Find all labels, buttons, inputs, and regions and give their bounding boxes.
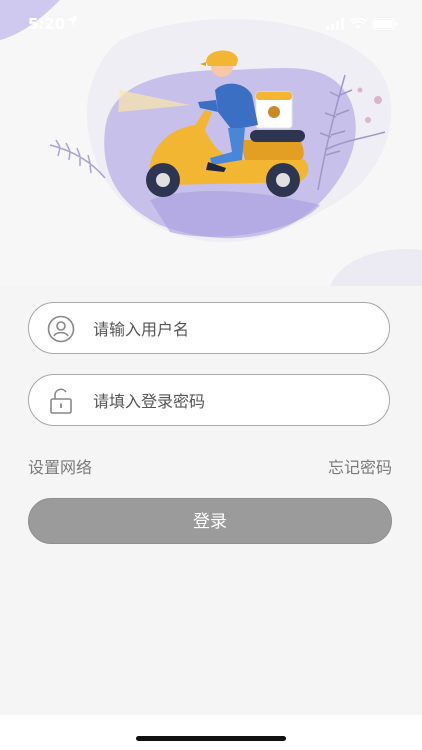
- status-bar: 5:20: [0, 0, 422, 46]
- cellular-signal-icon: [326, 16, 344, 34]
- network-settings-link[interactable]: 设置网络: [28, 454, 92, 478]
- username-input[interactable]: [91, 303, 375, 355]
- login-button[interactable]: 登录: [28, 498, 392, 544]
- hero-illustration: 5:20: [0, 0, 422, 286]
- password-input[interactable]: [91, 375, 375, 427]
- user-icon: [47, 315, 75, 343]
- bottom-safe-area: [0, 715, 422, 750]
- username-field[interactable]: [28, 302, 390, 355]
- password-field[interactable]: [28, 374, 390, 427]
- location-arrow-icon: [66, 14, 78, 32]
- unlock-icon: [47, 387, 75, 415]
- status-time: 5:20: [28, 15, 66, 33]
- home-indicator[interactable]: [136, 736, 286, 741]
- forgot-password-link[interactable]: 忘记密码: [328, 454, 392, 478]
- battery-icon: [372, 16, 398, 34]
- wifi-icon: [349, 16, 367, 34]
